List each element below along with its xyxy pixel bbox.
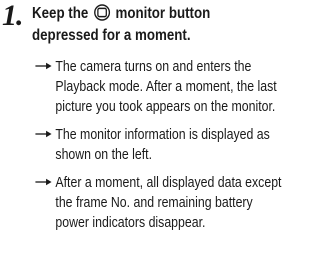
heading-text-start: Keep the (32, 5, 89, 22)
result-item: After a moment, all displayed data excep… (35, 173, 329, 233)
step-number: 1. (2, 0, 23, 32)
arrow-right-icon (35, 62, 52, 70)
result-text: After a moment, all displayed data excep… (55, 175, 282, 231)
heading-text-end: monitor button (115, 5, 211, 22)
result-text: The monitor information is displayed as … (55, 127, 270, 163)
result-item: The camera turns on and enters the Playb… (35, 57, 329, 117)
result-item: The monitor information is displayed as … (35, 125, 329, 165)
arrow-right-icon (35, 130, 52, 138)
arrow-right-icon (35, 178, 52, 186)
step-heading: Keep the monitor button depressed for a … (32, 3, 281, 47)
monitor-button-icon (93, 4, 110, 21)
heading-text-line2: depressed for a moment. (32, 27, 191, 44)
result-text: The camera turns on and enters the Playb… (55, 59, 277, 115)
result-list: The camera turns on and enters the Playb… (35, 57, 329, 241)
